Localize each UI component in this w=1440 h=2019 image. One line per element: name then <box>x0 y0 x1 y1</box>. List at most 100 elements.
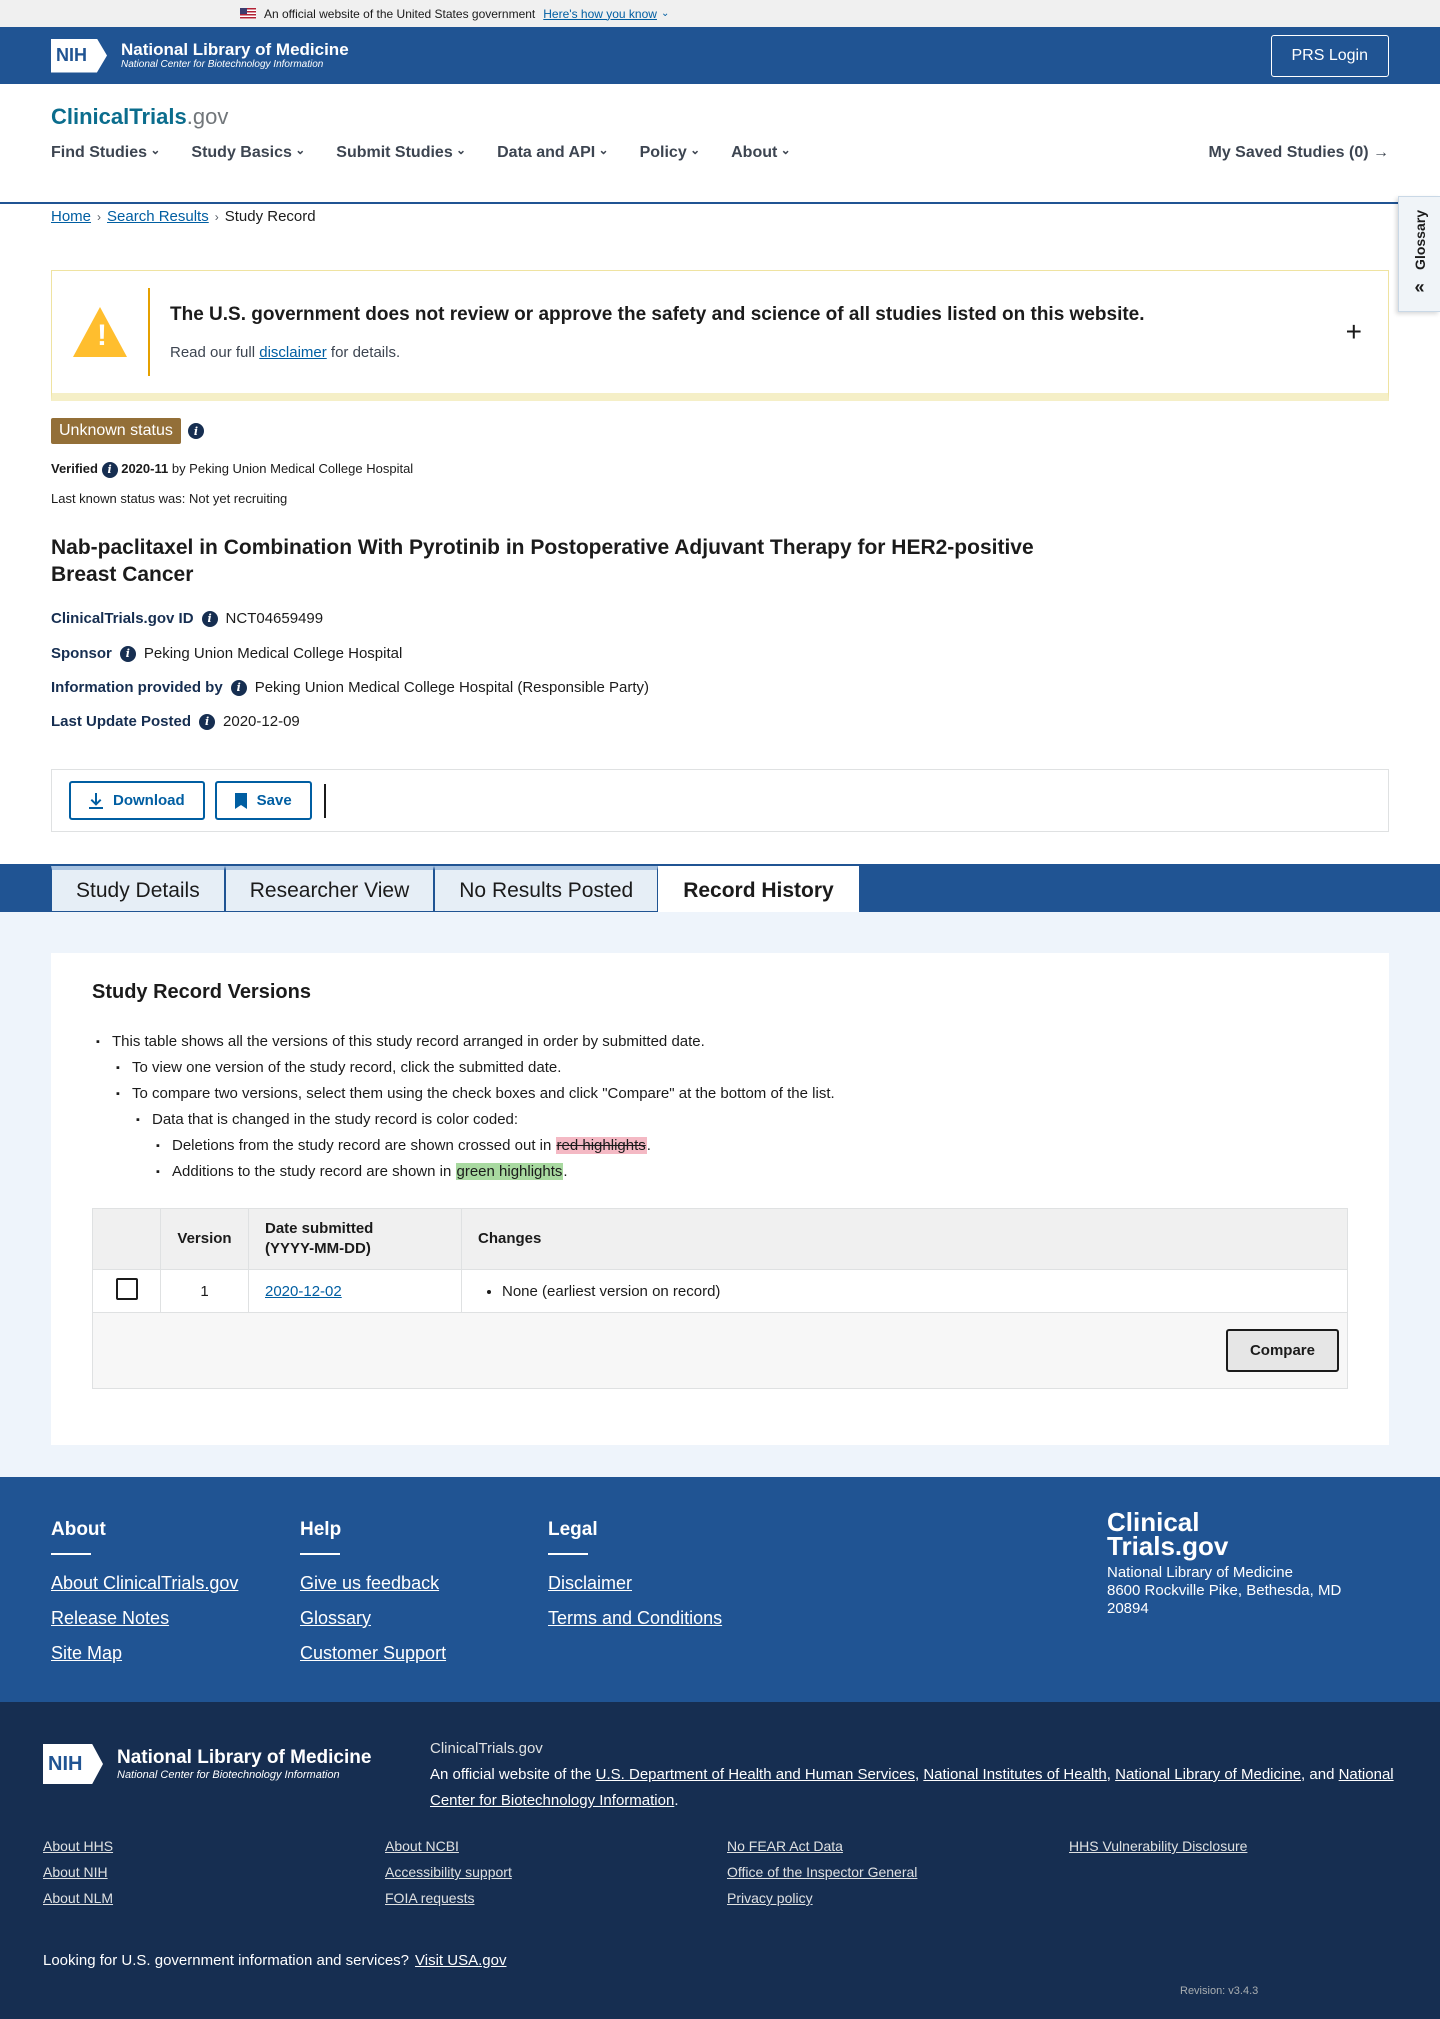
footer-link[interactable]: Accessibility support <box>385 1864 727 1880</box>
last-known-status: Last known status was: Not yet recruitin… <box>51 491 288 506</box>
footer-link[interactable]: Privacy policy <box>727 1890 1069 1906</box>
versions-table: Version Date submitted (YYYY-MM-DD) Chang… <box>92 1208 1348 1389</box>
footer-brand: Clinical Trials.gov National Library of … <box>1107 1507 1342 1617</box>
info-icon[interactable]: i <box>201 610 218 627</box>
hhs-link[interactable]: U.S. Department of Health and Human Serv… <box>596 1766 915 1783</box>
nih-link[interactable]: National Institutes of Health <box>923 1766 1106 1783</box>
us-flag-icon <box>240 8 256 19</box>
site-header: ClinicalTrials.gov Find Studies Study Ba… <box>0 84 1440 204</box>
warning-icon: ! <box>73 307 127 357</box>
footer-link[interactable]: About ClinicalTrials.gov <box>51 1573 238 1594</box>
nav-policy[interactable]: Policy <box>640 144 701 162</box>
nih-logo-icon: NIH <box>51 38 107 73</box>
info-icon[interactable]: i <box>119 645 136 662</box>
footer-link[interactable]: About HHS <box>43 1838 385 1854</box>
disclaimer-text: Read our full disclaimer for details. <box>170 343 401 361</box>
study-title: Nab-paclitaxel in Combination With Pyrot… <box>51 536 1034 586</box>
gov-banner: An official website of the United States… <box>0 0 1440 27</box>
info-provided-row: Information provided by i Peking Union Med… <box>51 679 650 696</box>
nav-find-studies[interactable]: Find Studies <box>51 144 160 162</box>
footer-link[interactable]: Release Notes <box>51 1608 238 1629</box>
disclaimer-link[interactable]: disclaimer <box>259 344 327 361</box>
footer-official: ClinicalTrials.gov An official website o… <box>430 1740 1394 1809</box>
footer-link[interactable]: About NCBI <box>385 1838 727 1854</box>
last-update-row: Last Update Posted i 2020-12-09 <box>51 713 300 730</box>
double-chevron-left-icon: « <box>1414 277 1425 298</box>
info-icon[interactable]: i <box>230 679 247 696</box>
glossary-tab[interactable]: Glossary « <box>1398 196 1440 312</box>
compare-button[interactable]: Compare <box>1225 1329 1339 1372</box>
tab-no-results-posted[interactable]: No Results Posted <box>434 866 659 912</box>
download-icon <box>89 792 103 809</box>
nav-submit-studies[interactable]: Submit Studies <box>336 144 466 162</box>
footer-link[interactable]: Office of the Inspector General <box>727 1864 1069 1880</box>
disclaimer-alert: ! The U.S. government does not review or… <box>51 270 1389 401</box>
usa-gov-line: Looking for U.S. government information … <box>43 1952 507 1969</box>
record-tabs: Study Details Researcher View No Results… <box>51 866 859 913</box>
footer-link[interactable]: FOIA requests <box>385 1890 727 1906</box>
footer-help: Help Give us feedback Glossary Customer … <box>300 1519 447 1664</box>
breadcrumb-home[interactable]: Home <box>51 208 91 225</box>
breadcrumb-search-results[interactable]: Search Results <box>107 208 209 225</box>
footer-link[interactable]: Terms and Conditions <box>548 1608 722 1629</box>
main-nav: Find Studies Study Basics Submit Studies… <box>51 144 1389 162</box>
status-badge: Unknown status <box>51 418 181 444</box>
footer-link[interactable]: Glossary <box>300 1608 446 1629</box>
footer-nlm-logo[interactable]: NIH National Library of Medicine Nationa… <box>43 1744 371 1784</box>
bookmark-icon <box>234 792 247 809</box>
breadcrumb: Home › Search Results › Study Record <box>51 208 316 225</box>
nav-data-and-api[interactable]: Data and API <box>497 144 608 162</box>
chevron-down-icon: ⌄ <box>660 8 670 19</box>
footer-link[interactable]: HHS Vulnerability Disclosure <box>1069 1838 1411 1854</box>
saved-studies-link[interactable]: My Saved Studies (0) → <box>1209 144 1390 162</box>
study-id-row: ClinicalTrials.gov ID i NCT04659499 <box>51 610 324 627</box>
nih-logo-icon: NIH <box>43 1744 103 1784</box>
header-date: Date submitted (YYYY-MM-DD) <box>248 1208 462 1270</box>
footer-bottom: NIH National Library of Medicine Nationa… <box>0 1702 1440 2019</box>
last-update: 2020-12-09 <box>223 713 300 730</box>
footer-gov-links: About HHS About NCBI No FEAR Act Data HH… <box>43 1838 1413 1906</box>
download-button[interactable]: Download <box>69 781 205 820</box>
expand-plus-icon[interactable]: + <box>1346 316 1362 348</box>
nlm-logo[interactable]: NIH National Library of Medicine Nationa… <box>51 38 349 73</box>
list-item: To view one version of the study record,… <box>92 1055 835 1081</box>
version-checkbox[interactable] <box>115 1278 138 1300</box>
tab-researcher-view[interactable]: Researcher View <box>224 866 435 912</box>
prs-login-button[interactable]: PRS Login <box>1270 34 1389 77</box>
footer-link[interactable]: Site Map <box>51 1643 238 1664</box>
heres-how-you-know-link[interactable]: Here's how you know <box>543 7 657 21</box>
nlm-link[interactable]: National Library of Medicine <box>1115 1766 1301 1783</box>
list-item: To compare two versions, select them usi… <box>92 1081 835 1107</box>
tab-study-details[interactable]: Study Details <box>51 866 225 912</box>
footer-link[interactable]: Disclaimer <box>548 1573 722 1594</box>
tab-record-history[interactable]: Record History <box>658 866 859 913</box>
nav-about[interactable]: About <box>731 144 791 162</box>
footer-link[interactable]: Give us feedback <box>300 1573 446 1594</box>
clinicaltrials-logo[interactable]: ClinicalTrials.gov <box>51 104 228 130</box>
info-icon[interactable]: i <box>199 713 216 730</box>
toolbar-divider <box>323 783 326 818</box>
footer-link[interactable]: About NIH <box>43 1864 385 1880</box>
footer-legal: Legal Disclaimer Terms and Conditions <box>548 1519 723 1629</box>
save-button[interactable]: Save <box>214 781 312 820</box>
info-icon[interactable]: i <box>101 461 118 478</box>
version-date-link[interactable]: 2020-12-02 <box>265 1283 342 1300</box>
header-checkbox-cell <box>92 1208 161 1270</box>
versions-instructions: This table shows all the versions of thi… <box>92 1029 835 1185</box>
info-icon[interactable]: i <box>188 423 204 439</box>
table-row: 1 2020-12-02 None (earliest version on r… <box>92 1269 1348 1313</box>
disclaimer-heading: The U.S. government does not review or a… <box>170 303 1145 325</box>
study-id: NCT04659499 <box>225 610 324 627</box>
study-record-versions-card: Study Record Versions This table shows a… <box>51 953 1389 1445</box>
footer-link[interactable]: Customer Support <box>300 1643 446 1664</box>
chevron-right-icon: › <box>97 209 102 224</box>
info-provided: Peking Union Medical College Hospital (R… <box>254 679 650 696</box>
footer-link[interactable]: No FEAR Act Data <box>727 1838 1069 1854</box>
nav-study-basics[interactable]: Study Basics <box>191 144 305 162</box>
list-item: Deletions from the study record are show… <box>92 1133 835 1159</box>
sponsor: Peking Union Medical College Hospital <box>143 645 403 662</box>
versions-heading: Study Record Versions <box>92 981 311 1003</box>
footer-link[interactable]: About NLM <box>43 1890 385 1906</box>
footer-about: About About ClinicalTrials.gov Release N… <box>51 1519 239 1664</box>
usa-gov-link[interactable]: Visit USA.gov <box>415 1952 506 1969</box>
